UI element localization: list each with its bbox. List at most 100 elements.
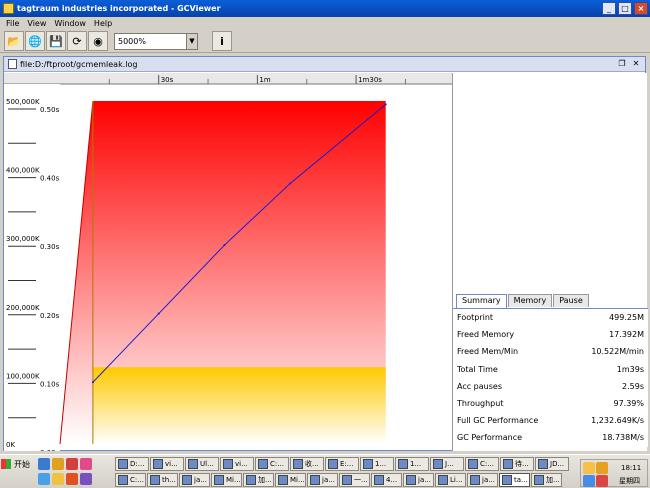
taskbar-button[interactable]: Mi... [275, 473, 306, 487]
taskbar-button[interactable]: ja... [403, 473, 434, 487]
tab-summary[interactable]: Summary [456, 294, 507, 308]
taskbar-button[interactable]: vi... [150, 457, 184, 471]
quick-launch-icon[interactable] [80, 458, 92, 470]
app-icon [503, 459, 513, 469]
memory-axis-label: 0K [6, 441, 15, 449]
taskbar-button[interactable]: ja... [467, 473, 498, 487]
about-button[interactable]: i [212, 31, 232, 51]
tray-icon[interactable] [583, 475, 595, 487]
menu-window[interactable]: Window [50, 19, 90, 28]
quick-launch-icon[interactable] [52, 458, 64, 470]
open-file-button[interactable]: 📂 [4, 31, 24, 51]
minimize-button[interactable]: _ [602, 2, 616, 15]
summary-value: 1,232.649K/s [591, 416, 644, 426]
used-heap-point [157, 312, 160, 315]
summary-key: Acc pauses [457, 381, 502, 391]
taskbar-button[interactable]: ja... [179, 473, 210, 487]
quick-launch-icon[interactable] [66, 473, 78, 485]
tab-memory[interactable]: Memory [507, 294, 553, 307]
summary-row: GC Performance 18.738M/s [453, 429, 648, 446]
taskbar-button[interactable]: 加... [531, 473, 562, 487]
app-icon [342, 475, 352, 485]
taskbar-button[interactable]: 一... [339, 473, 370, 487]
quick-launch-icon[interactable] [80, 473, 92, 485]
taskbar-button[interactable]: JD... [535, 457, 569, 471]
app-icon [374, 475, 384, 485]
taskbar-button[interactable]: E:... [325, 457, 359, 471]
app-icon [438, 475, 448, 485]
taskbar-button-label: 1... [375, 460, 387, 468]
open-url-button[interactable]: 🌐 [25, 31, 45, 51]
tray-icon[interactable] [596, 475, 608, 487]
taskbar-button[interactable]: D:... [115, 457, 149, 471]
log-document-frame: file:D:/ftproot/gcmemleak.log ❐ ✕ 30s 1m 1… [3, 56, 648, 457]
restore-frame-button[interactable]: ❐ [617, 59, 627, 69]
taskbar-button[interactable]: C:... [465, 457, 499, 471]
quick-launch-icon[interactable] [38, 473, 50, 485]
taskbar-button[interactable]: 4... [371, 473, 402, 487]
app-icon [433, 459, 443, 469]
taskbar-button-label: 收... [305, 460, 319, 468]
close-button[interactable]: × [634, 2, 648, 15]
start-button[interactable]: 开始 [1, 457, 35, 471]
taskbar-button[interactable]: 加... [243, 473, 274, 487]
menu-file[interactable]: File [0, 19, 23, 28]
taskbar-button[interactable]: 1... [395, 457, 429, 471]
taskbar-button[interactable]: ja... [307, 473, 338, 487]
chevron-down-icon[interactable]: ▼ [186, 33, 197, 49]
app-icon [406, 475, 416, 485]
quick-launch-icon[interactable] [66, 458, 78, 470]
taskbar-button[interactable]: Mi... [211, 473, 242, 487]
window-title-bar: tagtraum industries incorporated - GCVie… [0, 0, 650, 17]
menu-view[interactable]: View [23, 19, 50, 28]
app-icon [188, 459, 198, 469]
taskbar-button-label: vi... [165, 460, 178, 468]
export-button[interactable]: 💾 [46, 31, 66, 51]
app-icon [246, 475, 256, 485]
gc-chart[interactable]: 30s1m1m30s2m 500,000K0.50s400,000K0.40s3… [4, 73, 468, 457]
taskbar-button[interactable]: vi... [220, 457, 254, 471]
quick-launch-icon[interactable] [38, 458, 50, 470]
taskbar-button-label: J... [445, 460, 454, 468]
app-icon [328, 459, 338, 469]
taskbar-button-label: C:... [270, 460, 284, 468]
taskbar-button[interactable]: C:... [255, 457, 289, 471]
refresh-button[interactable]: ⟳ [67, 31, 87, 51]
taskbar-button[interactable]: 待... [500, 457, 534, 471]
taskbar-button[interactable]: J... [430, 457, 464, 471]
app-icon [534, 475, 544, 485]
zoom-select[interactable]: 5000% ▼ [114, 32, 198, 50]
tray-icon[interactable] [583, 462, 595, 474]
taskbar-button-label: ja... [482, 476, 495, 484]
taskbar-button[interactable]: 1... [360, 457, 394, 471]
windows-logo-icon [1, 459, 11, 469]
summary-value: 10.522M/min [591, 347, 644, 357]
app-icon [470, 475, 480, 485]
tab-pause[interactable]: Pause [553, 294, 589, 307]
taskbar-button[interactable]: ta... [499, 473, 530, 487]
summary-value: 1m39s [616, 364, 644, 374]
summary-row: Total Time 1m39s [453, 361, 648, 378]
app-icon [363, 459, 373, 469]
pause-axis-label: 0.10s [40, 380, 60, 388]
app-icon [153, 459, 163, 469]
taskbar-button[interactable]: th... [147, 473, 178, 487]
tray-icon[interactable] [596, 462, 608, 474]
taskbar-button-label: 待... [515, 460, 529, 468]
memory-axis-label: 500,000K [6, 98, 40, 106]
taskbar-button[interactable]: C:... [115, 473, 146, 487]
menu-help[interactable]: Help [90, 19, 116, 28]
watch-button[interactable]: ◉ [88, 31, 108, 51]
quick-launch-icon[interactable] [52, 473, 64, 485]
ruler-tick-label: 30s [161, 76, 174, 84]
close-frame-button[interactable]: ✕ [631, 59, 641, 69]
taskbar-button[interactable]: Li... [435, 473, 466, 487]
pause-axis-label: 0.20s [40, 312, 60, 320]
taskbar-button-label: 4... [386, 476, 398, 484]
taskbar-button-label: th... [162, 476, 176, 484]
taskbar-button-label: ja... [418, 476, 431, 484]
taskbar-button[interactable]: 收... [290, 457, 324, 471]
taskbar-button[interactable]: Ul... [185, 457, 219, 471]
taskbar-button-label: vi... [235, 460, 248, 468]
maximize-button[interactable]: □ [618, 2, 632, 15]
